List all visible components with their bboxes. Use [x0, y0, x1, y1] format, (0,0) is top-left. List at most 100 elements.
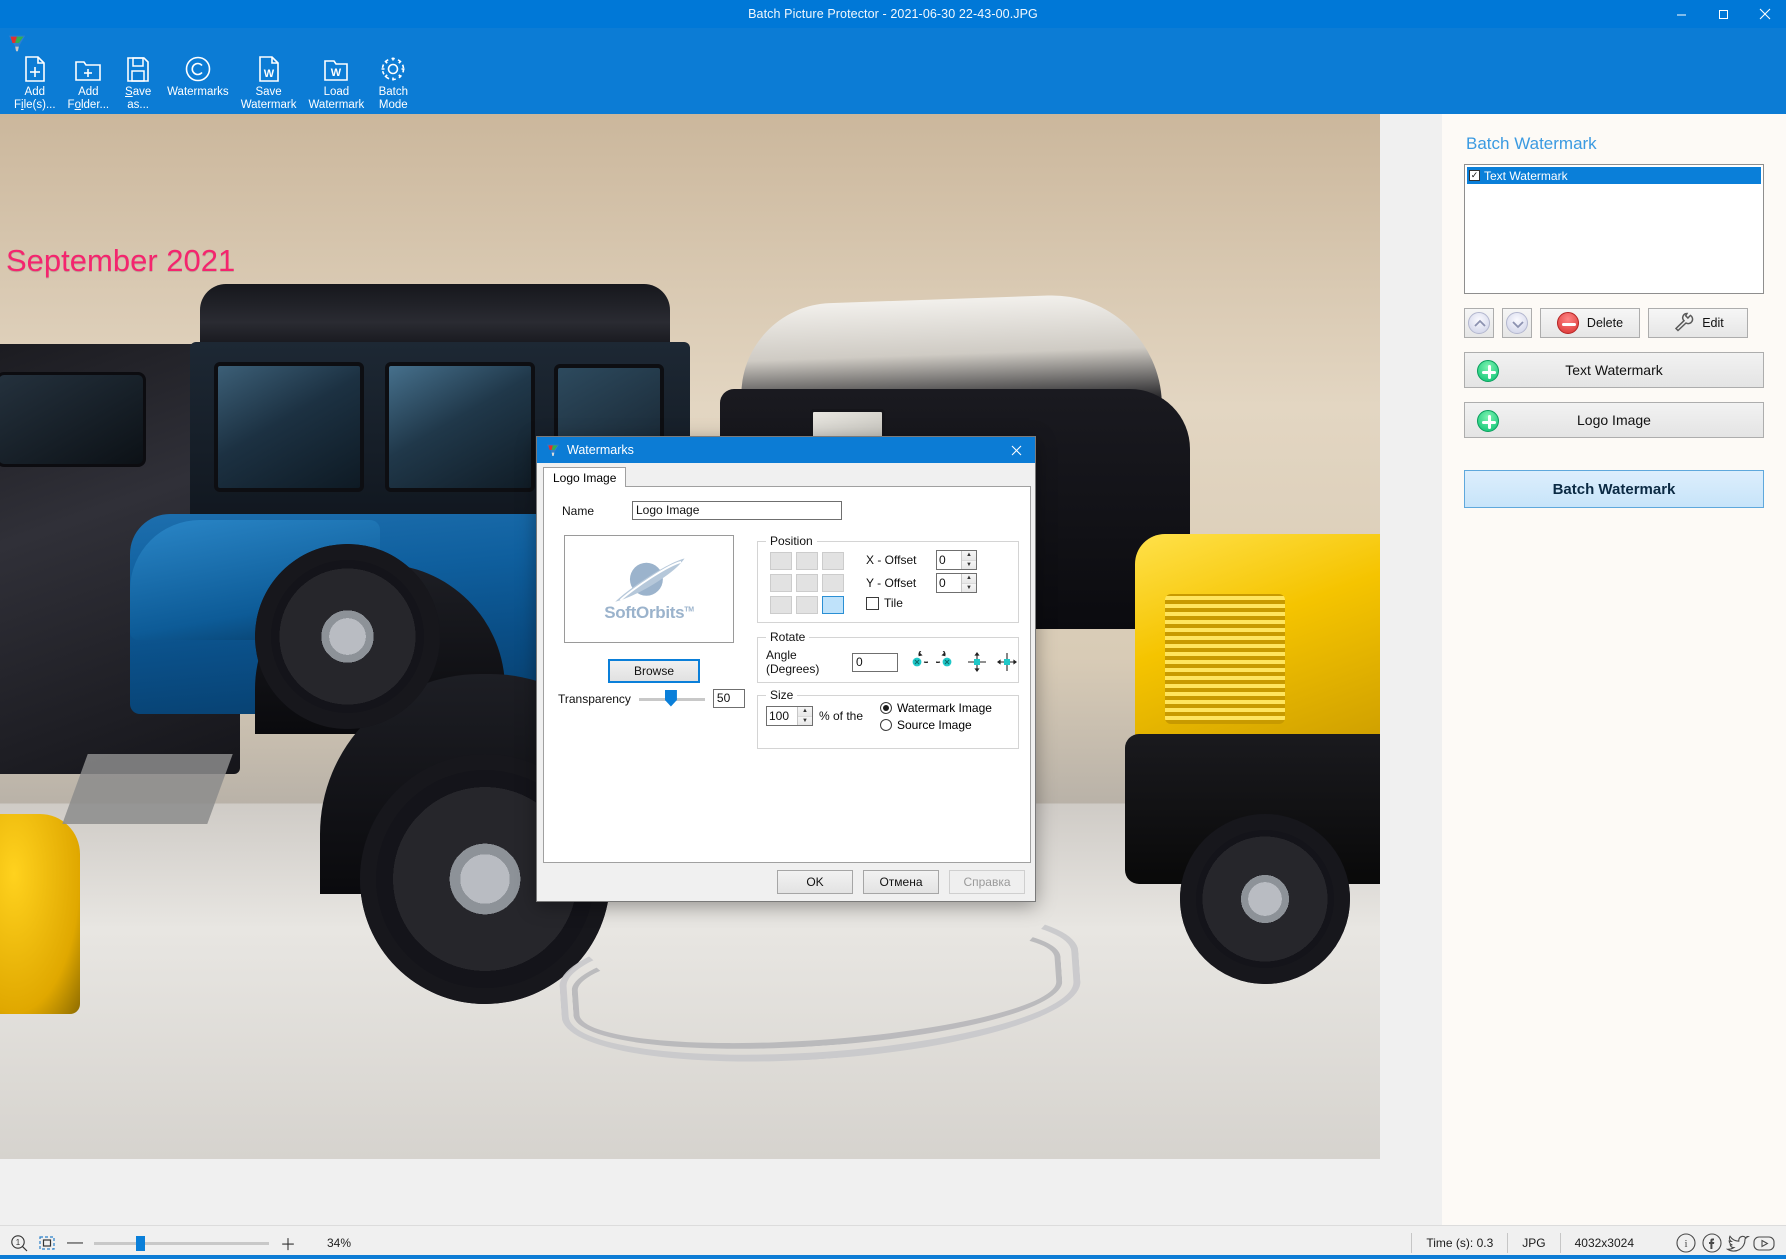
name-input[interactable] [632, 501, 842, 520]
stepper-down-icon[interactable]: ▼ [962, 560, 976, 569]
name-row: Name [556, 501, 1026, 520]
zoom-out-button[interactable]: — [66, 1234, 84, 1252]
rotate-ccw-icon[interactable] [906, 647, 934, 673]
watermark-checkbox[interactable]: ✓ [1469, 170, 1480, 181]
toolbar-ribbon: AddFile(s)... AddFolder... Saveas... [0, 28, 1786, 135]
help-button-label: Справка [963, 875, 1011, 889]
tile-row[interactable]: Tile [866, 596, 903, 610]
minimize-button[interactable] [1660, 0, 1702, 28]
delete-watermark-button[interactable]: Delete [1540, 308, 1640, 338]
youtube-icon[interactable] [1752, 1231, 1776, 1255]
close-button[interactable] [1744, 0, 1786, 28]
size-stepper[interactable]: ▲ ▼ [766, 706, 813, 726]
svg-text:i: i [1684, 1238, 1687, 1250]
workspace: September 2021 Batch Watermark ✓ Text Wa… [0, 114, 1786, 1225]
transparency-value-input[interactable] [712, 689, 745, 708]
size-percent-label: % of the [819, 709, 864, 723]
y-offset-stepper[interactable]: ▲ ▼ [936, 573, 977, 593]
tile-checkbox[interactable] [866, 596, 879, 610]
slider-thumb[interactable] [136, 1235, 145, 1251]
canvas-right-gutter [1380, 114, 1442, 1159]
x-offset-input[interactable] [937, 551, 961, 569]
tab-logo-image[interactable]: Logo Image [543, 467, 627, 488]
zoom-in-button[interactable]: ＋ [279, 1234, 297, 1254]
zoom-controls: 1 — ＋ 34% [0, 1234, 352, 1254]
floppy-disk-icon [125, 54, 151, 84]
tool-save-as[interactable]: Save as... [115, 54, 161, 111]
dialog-close-button[interactable] [1001, 437, 1031, 463]
dialog-tab-strip: Logo Image [543, 467, 1031, 488]
stepper-up-icon[interactable]: ▲ [962, 551, 976, 561]
status-right-group: Time (s): 0.3 JPG 4032x3024 i [1411, 1231, 1786, 1255]
tool-batch-mode[interactable]: Batch Mode [370, 54, 416, 111]
edit-watermark-button[interactable]: Edit [1648, 308, 1748, 338]
position-cell-middle-right[interactable] [822, 574, 844, 592]
watermark-list[interactable]: ✓ Text Watermark [1464, 164, 1764, 294]
facebook-icon[interactable] [1700, 1231, 1724, 1255]
add-text-watermark-button[interactable]: Text Watermark [1464, 352, 1764, 388]
position-cell-top-center[interactable] [796, 552, 818, 570]
slider-thumb[interactable] [664, 689, 677, 707]
watermarks-dialog: Watermarks Logo Image Name Logo Image So… [536, 436, 1036, 902]
transparency-row: Transparency [558, 689, 758, 708]
photo-floor-mat [62, 754, 233, 824]
position-cell-top-right[interactable] [822, 552, 844, 570]
chevron-up-icon [1468, 312, 1490, 334]
position-cell-top-left[interactable] [770, 552, 792, 570]
y-offset-input[interactable] [937, 574, 961, 592]
plus-circle-icon [1477, 360, 1499, 382]
radio-source-image[interactable]: Source Image [880, 718, 992, 732]
cancel-button[interactable]: Отмена [863, 870, 939, 894]
position-cell-middle-center[interactable] [796, 574, 818, 592]
flip-horizontal-icon[interactable] [996, 651, 1018, 673]
tool-watermarks[interactable]: Watermarks [161, 54, 235, 99]
stepper-down-icon[interactable]: ▼ [962, 583, 976, 592]
window-controls [1660, 0, 1786, 28]
add-logo-image-button[interactable]: Logo Image [1464, 402, 1764, 438]
browse-button[interactable]: Browse [608, 659, 700, 683]
brand-wordmark: SoftOrbitsTM [604, 603, 694, 623]
angle-input[interactable] [852, 652, 898, 672]
position-cell-bottom-left[interactable] [770, 596, 792, 614]
radio-indicator[interactable] [880, 702, 892, 714]
position-cell-middle-left[interactable] [770, 574, 792, 592]
status-format: JPG [1507, 1232, 1559, 1253]
twitter-icon[interactable] [1726, 1231, 1750, 1255]
minus-circle-icon [1556, 312, 1579, 334]
stepper-down-icon[interactable]: ▼ [798, 716, 812, 725]
ok-button[interactable]: OK [777, 870, 853, 894]
gear-icon [379, 54, 407, 84]
stepper-up-icon[interactable]: ▲ [962, 574, 976, 584]
photo-bumper-inner [568, 909, 1066, 1063]
radio-indicator[interactable] [880, 719, 892, 731]
fit-to-window-icon[interactable] [38, 1234, 56, 1252]
transparency-slider[interactable] [638, 689, 705, 708]
tool-load-watermark[interactable]: W Load Watermark [303, 54, 371, 111]
zoom-slider[interactable] [94, 1234, 269, 1252]
flip-vertical-icon[interactable] [966, 651, 988, 673]
list-item[interactable]: ✓ Text Watermark [1467, 167, 1761, 184]
add-logo-image-label: Logo Image [1577, 412, 1651, 428]
tool-save-watermark[interactable]: W Save Watermark [235, 54, 303, 111]
tool-add-files[interactable]: Add File(s)... [8, 54, 62, 111]
x-offset-row: X - Offset ▲ ▼ [866, 550, 977, 570]
x-offset-stepper[interactable]: ▲ ▼ [936, 550, 977, 570]
close-icon [1759, 8, 1771, 20]
maximize-button[interactable] [1702, 0, 1744, 28]
zoom-percent-label: 34% [327, 1235, 352, 1250]
batch-watermark-button[interactable]: Batch Watermark [1464, 470, 1764, 508]
move-down-button[interactable] [1502, 308, 1532, 338]
stepper-up-icon[interactable]: ▲ [798, 707, 812, 717]
rotate-cw-icon[interactable] [930, 647, 958, 673]
info-icon[interactable]: i [1674, 1231, 1698, 1255]
photo-wheel-yellow [1180, 814, 1350, 984]
move-up-button[interactable] [1464, 308, 1494, 338]
size-input[interactable] [767, 707, 797, 725]
radio-watermark-image[interactable]: Watermark Image [880, 701, 992, 715]
batch-watermark-label: Batch Watermark [1552, 480, 1676, 498]
tool-add-folder[interactable]: Add Folder... [62, 54, 116, 111]
x-offset-label: X - Offset [866, 553, 917, 567]
position-cell-bottom-center[interactable] [796, 596, 818, 614]
zoom-one-to-one-icon[interactable]: 1 [10, 1234, 28, 1252]
position-cell-bottom-right[interactable] [822, 596, 844, 614]
